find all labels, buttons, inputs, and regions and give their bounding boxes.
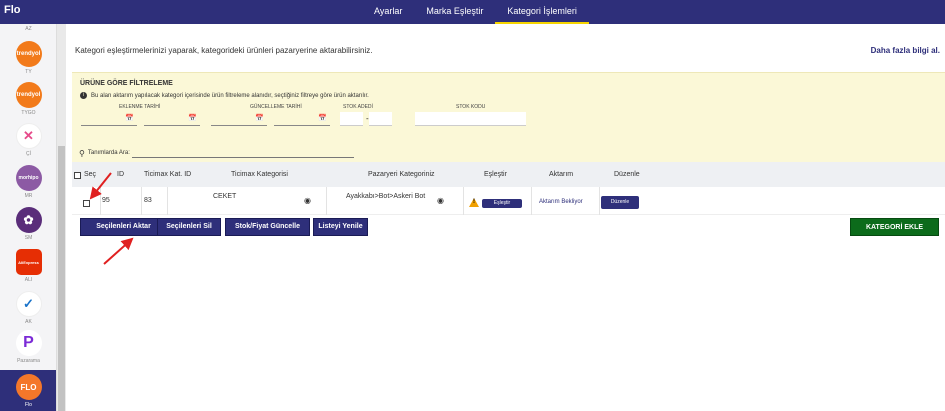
added-date-label: EKLENME TARİHİ — [119, 104, 161, 110]
calendar-icon[interactable]: 📅 — [255, 114, 264, 122]
row-ticimax-category: CEKET — [213, 193, 237, 200]
select-all-checkbox[interactable] — [74, 172, 81, 179]
morhipo-logo-icon: morhipo — [15, 165, 42, 191]
warning-mark: ! — [473, 199, 475, 205]
updated-date-to-input[interactable]: 📅 — [274, 112, 330, 126]
sidebar-item-sm[interactable]: ✿ SM — [0, 207, 56, 241]
tab-settings[interactable]: Ayarlar — [362, 0, 414, 24]
sidebar-item-label: Çİ — [26, 151, 31, 157]
column-divider — [326, 187, 327, 215]
added-date-to-input[interactable]: 📅 — [144, 112, 200, 126]
col-match: Eşleştir — [484, 171, 507, 178]
search-input[interactable] — [131, 148, 354, 158]
column-divider — [100, 187, 101, 215]
sidebar-item-ali[interactable]: AliExpress ALI — [0, 249, 56, 283]
search-icon: ⚲ — [79, 148, 85, 158]
sidebar-item-label: AZ — [25, 26, 32, 32]
updated-date-from-input[interactable]: 📅 — [211, 112, 267, 126]
sidebar-item-label: TY — [25, 69, 32, 75]
table-row: 95 83 CEKET ◉ Ayakkabı>Bot>Askeri Bot ◉ … — [72, 187, 945, 215]
column-divider — [463, 187, 464, 215]
ak-logo-icon: ✓ — [15, 291, 42, 317]
row-id: 95 — [102, 197, 110, 204]
top-bar: Flo Ayarlar Marka Eşleştir Kategori İşle… — [0, 0, 945, 24]
sidebar-item-label: AK — [25, 319, 32, 325]
sidebar-item-mr[interactable]: morhipo MR — [0, 165, 56, 199]
flo-logo-icon: FLO — [15, 374, 42, 400]
sidebar-item-tygo[interactable]: trendyol TYGO — [0, 82, 56, 116]
column-divider — [167, 187, 168, 215]
scrollbar-thumb[interactable] — [58, 146, 65, 411]
trendyol-go-logo-icon: trendyol — [15, 82, 42, 108]
transfer-status: Aktarım Bekliyor — [539, 199, 583, 205]
delete-selected-button[interactable]: Seçilenleri Sil — [157, 218, 221, 236]
sidebar-item-flo[interactable]: FLO Flo — [0, 370, 56, 411]
sidebar-item-label: ALI — [24, 277, 33, 283]
view-eye-icon[interactable]: ◉ — [304, 196, 311, 205]
row-checkbox[interactable] — [83, 200, 90, 207]
added-date-from-input[interactable]: 📅 — [81, 112, 137, 126]
sidebar-item-ak[interactable]: ✓ AK — [0, 291, 56, 325]
calendar-icon[interactable]: 📅 — [188, 114, 197, 122]
sidebar-item-pazarama[interactable]: P Pazarama — [0, 330, 56, 364]
edit-button[interactable]: Düzenle — [601, 196, 639, 209]
col-ticimax-id: Ticimax Kat. ID — [144, 171, 192, 178]
col-marketplace-category: Pazaryeri Kategoriniz — [368, 171, 435, 178]
sidebar-item-az[interactable]: AZ — [0, 24, 56, 32]
sidebar-scrollbar[interactable] — [57, 24, 66, 411]
column-divider — [531, 187, 532, 215]
stock-code-label: STOK KODU — [456, 104, 486, 110]
sidebar-item-label: MR — [24, 193, 33, 199]
col-edit: Düzenle — [614, 171, 640, 178]
col-id: ID — [117, 171, 124, 178]
sm-logo-icon: ✿ — [15, 207, 42, 233]
col-select: Seç — [84, 171, 97, 178]
column-divider — [599, 187, 600, 215]
tab-brand-match[interactable]: Marka Eşleştir — [414, 0, 495, 24]
row-marketplace-category: Ayakkabı>Bot>Askeri Bot — [346, 193, 426, 200]
stock-code-input[interactable] — [415, 112, 526, 126]
stock-max-input[interactable] — [369, 112, 392, 126]
row-ticimax-id: 83 — [144, 197, 152, 204]
sidebar-item-ty[interactable]: trendyol TY — [0, 41, 56, 75]
app-brand: Flo — [4, 4, 21, 16]
col-ticimax-category: Ticimax Kategorisi — [231, 171, 288, 178]
pazarama-logo-icon: P — [15, 330, 42, 356]
intro-text: Kategori eşleştirmelerinizi yaparak, kat… — [75, 46, 373, 55]
search-label: Tanımlarda Ara: — [87, 150, 130, 156]
filter-note: i Bu alan aktarım yapılacak kategori içe… — [80, 92, 369, 99]
sidebar-item-label: Flo — [25, 402, 32, 408]
aliexpress-logo-icon: AliExpress — [15, 249, 42, 275]
stock-label: STOK ADEDİ — [343, 104, 373, 110]
match-button[interactable]: Eşleştir — [482, 199, 522, 208]
column-divider — [141, 187, 142, 215]
tab-category-operations[interactable]: Kategori İşlemleri — [495, 0, 589, 24]
main-content: Kategori eşleştirmelerinizi yaparak, kat… — [66, 24, 945, 411]
calendar-icon[interactable]: 📅 — [125, 114, 134, 122]
marketplace-sidebar: AZ trendyol TY trendyol TYGO ✕ Çİ morhip… — [0, 24, 57, 411]
sidebar-item-ci[interactable]: ✕ Çİ — [0, 123, 56, 157]
more-info-link[interactable]: Daha fazla bilgi al. — [871, 46, 940, 55]
top-nav: Ayarlar Marka Eşleştir Kategori İşlemler… — [362, 0, 589, 24]
table-header: Seç ID Ticimax Kat. ID Ticimax Kategoris… — [72, 162, 945, 187]
view-eye-icon[interactable]: ◉ — [437, 196, 444, 205]
refresh-list-button[interactable]: Listeyi Yenile — [313, 218, 368, 236]
trendyol-logo-icon: trendyol — [15, 41, 42, 67]
ciceksepeti-logo-icon: ✕ — [15, 123, 42, 149]
calendar-icon[interactable]: 📅 — [318, 114, 327, 122]
update-stock-price-button[interactable]: Stok/Fiyat Güncelle — [225, 218, 310, 236]
updated-date-label: GÜNCELLEME TARİHİ — [250, 104, 302, 110]
stock-min-input[interactable] — [340, 112, 363, 126]
filter-title: ÜRÜNE GÖRE FİLTRELEME — [80, 80, 173, 87]
sidebar-item-label: TYGO — [21, 110, 36, 116]
definition-search: ⚲ Tanımlarda Ara: — [79, 148, 354, 158]
info-icon: i — [80, 92, 87, 99]
add-category-button[interactable]: KATEGORİ EKLE — [850, 218, 939, 236]
sidebar-item-label: Pazarama — [17, 358, 40, 364]
filter-note-text: Bu alan aktarım yapılacak kategori içeri… — [91, 92, 369, 99]
sidebar-item-label: SM — [24, 235, 33, 241]
col-transfer: Aktarım — [549, 171, 574, 178]
transfer-selected-button[interactable]: Seçilenleri Aktar — [80, 218, 167, 236]
